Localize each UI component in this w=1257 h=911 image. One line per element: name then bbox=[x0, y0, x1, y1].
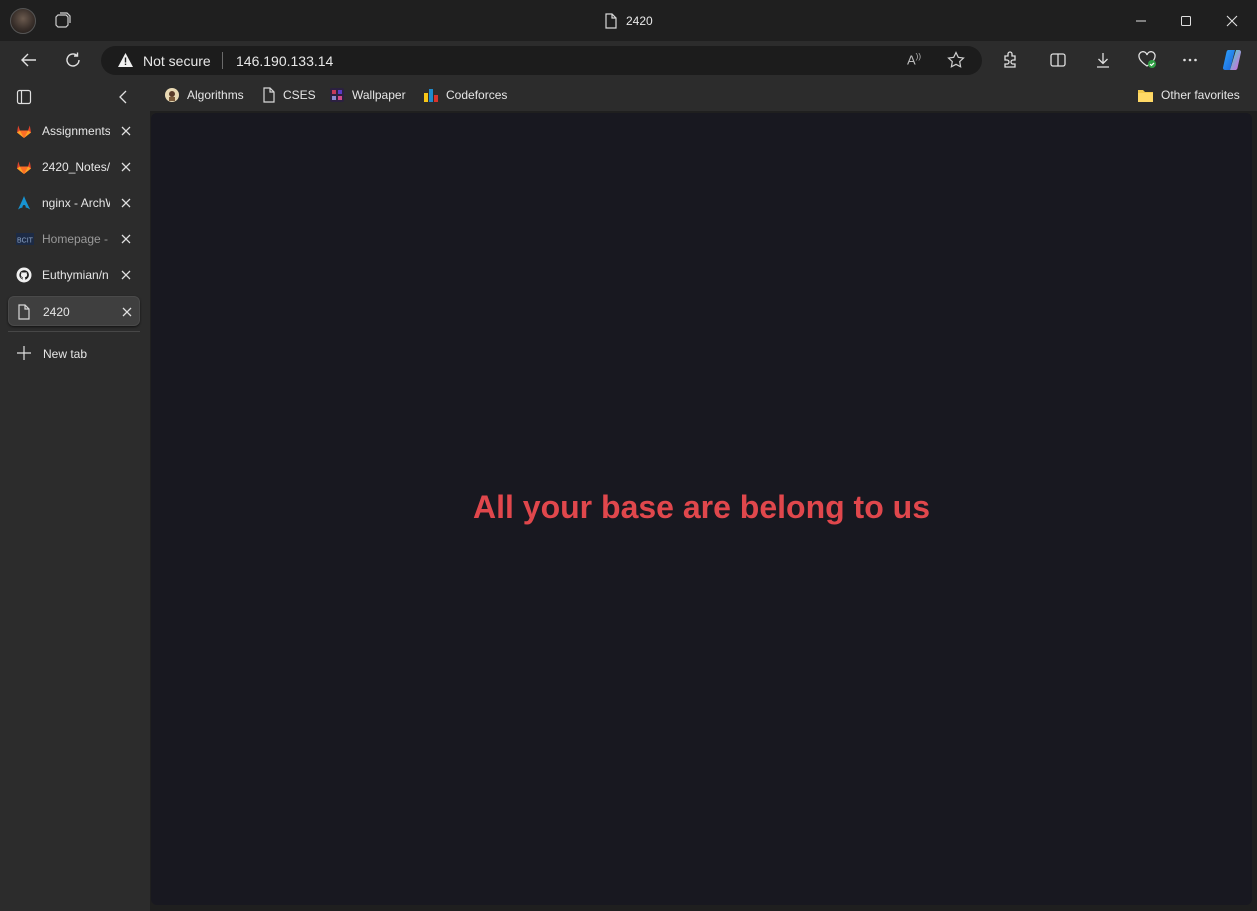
downloads-button[interactable] bbox=[1088, 45, 1118, 75]
page-icon bbox=[17, 304, 33, 320]
favorite-wallpaper[interactable]: Wallpaper bbox=[329, 86, 406, 104]
github-icon bbox=[16, 267, 32, 283]
gitlab-icon bbox=[16, 123, 32, 139]
browser-toolbar: Not secure 146.190.133.14 A)) bbox=[0, 41, 1257, 79]
svg-text:BCIT: BCIT bbox=[17, 238, 34, 245]
refresh-icon bbox=[64, 51, 82, 69]
tab-label: nginx - ArchW bbox=[42, 196, 110, 210]
browser-essentials-icon bbox=[1137, 51, 1157, 69]
copilot-button[interactable] bbox=[1218, 45, 1248, 75]
tab-item[interactable]: 2420_Notes/ bbox=[8, 152, 140, 182]
close-tab-icon[interactable] bbox=[118, 195, 134, 211]
favorite-label: Algorithms bbox=[187, 88, 244, 102]
browser-essentials-button[interactable] bbox=[1132, 45, 1162, 75]
page-icon bbox=[262, 87, 276, 103]
extensions-icon bbox=[1001, 51, 1019, 69]
split-screen-button[interactable] bbox=[1043, 45, 1073, 75]
tab-actions-icon[interactable] bbox=[16, 89, 32, 105]
more-icon bbox=[1181, 51, 1199, 69]
refresh-button[interactable] bbox=[58, 45, 88, 75]
close-tab-icon[interactable] bbox=[118, 231, 134, 247]
minimize-button[interactable] bbox=[1118, 0, 1164, 41]
extensions-button[interactable] bbox=[995, 45, 1025, 75]
tab-item[interactable]: 2420 bbox=[8, 296, 140, 326]
tab-divider bbox=[8, 331, 140, 332]
more-button[interactable] bbox=[1175, 45, 1205, 75]
tab-label: Homepage - bbox=[42, 232, 109, 246]
favorite-label: CSES bbox=[283, 88, 316, 102]
tab-label: Assignments bbox=[42, 124, 110, 138]
plus-icon bbox=[16, 345, 32, 361]
new-tab-button[interactable]: New tab bbox=[8, 338, 140, 368]
tab-label: Euthymian/n bbox=[42, 268, 109, 282]
close-tab-icon[interactable] bbox=[118, 159, 134, 175]
collapse-sidebar-icon[interactable] bbox=[116, 89, 130, 105]
page-viewport: All your base are belong to us bbox=[151, 113, 1252, 905]
algorithms-favicon bbox=[164, 87, 180, 103]
read-aloud-glyph: A bbox=[907, 52, 916, 68]
tab-item[interactable]: Assignments bbox=[8, 116, 140, 146]
tab-item[interactable]: Euthymian/n bbox=[8, 260, 140, 290]
favorite-cses[interactable]: CSES bbox=[262, 86, 316, 104]
page-icon bbox=[604, 13, 618, 29]
other-favorites-label: Other favorites bbox=[1161, 88, 1240, 102]
warning-icon[interactable] bbox=[117, 52, 134, 68]
wallpaper-favicon bbox=[329, 87, 345, 103]
favorite-star-icon[interactable] bbox=[947, 51, 965, 69]
minimize-icon bbox=[1135, 15, 1147, 27]
arch-icon bbox=[16, 195, 32, 211]
close-window-button[interactable] bbox=[1209, 0, 1255, 41]
close-icon bbox=[1226, 15, 1238, 27]
tab-item[interactable]: BCIT Homepage - bbox=[8, 224, 140, 254]
window-title: 2420 bbox=[604, 12, 653, 30]
maximize-icon bbox=[1180, 15, 1192, 27]
tab-item[interactable]: nginx - ArchW bbox=[8, 188, 140, 218]
profile-avatar[interactable] bbox=[10, 8, 36, 34]
other-favorites[interactable]: Other favorites bbox=[1137, 86, 1240, 104]
bcit-icon: BCIT bbox=[16, 231, 34, 247]
tab-label: 2420 bbox=[43, 305, 70, 319]
split-screen-icon bbox=[1049, 51, 1067, 69]
window-title-text: 2420 bbox=[626, 14, 653, 28]
vertical-tabs-sidebar: Assignments 2420_Notes/nginx - ArchW BCIT H… bbox=[0, 79, 150, 911]
favorite-label: Wallpaper bbox=[352, 88, 406, 102]
close-tab-icon[interactable] bbox=[118, 267, 134, 283]
address-divider bbox=[222, 52, 223, 69]
back-button[interactable] bbox=[14, 45, 44, 75]
codeforces-favicon bbox=[423, 87, 439, 103]
read-aloud-icon[interactable]: A)) bbox=[907, 52, 921, 67]
address-bar[interactable]: Not secure 146.190.133.14 A)) bbox=[101, 46, 982, 75]
title-bar: 2420 bbox=[0, 0, 1257, 41]
favorites-bar: Algorithms CSES Wallpaper Codeforces Oth… bbox=[150, 79, 1257, 111]
favorite-codeforces[interactable]: Codeforces bbox=[423, 86, 507, 104]
maximize-button[interactable] bbox=[1163, 0, 1209, 41]
close-tab-icon[interactable] bbox=[118, 123, 134, 139]
back-icon bbox=[20, 51, 38, 69]
close-tab-icon[interactable] bbox=[119, 304, 135, 320]
new-tab-label: New tab bbox=[43, 347, 88, 361]
folder-icon bbox=[1137, 88, 1154, 103]
downloads-icon bbox=[1094, 51, 1112, 69]
security-status[interactable]: Not secure bbox=[143, 53, 211, 69]
page-heading: All your base are belong to us bbox=[473, 489, 930, 525]
tab-label: 2420_Notes/ bbox=[42, 160, 110, 174]
copilot-icon bbox=[1221, 48, 1245, 72]
favorite-algorithms[interactable]: Algorithms bbox=[164, 86, 244, 104]
url-text[interactable]: 146.190.133.14 bbox=[236, 53, 333, 69]
workspaces-icon[interactable] bbox=[53, 12, 71, 30]
gitlab-icon bbox=[16, 159, 32, 175]
favorite-label: Codeforces bbox=[446, 88, 508, 102]
sidebar-header bbox=[0, 79, 150, 113]
